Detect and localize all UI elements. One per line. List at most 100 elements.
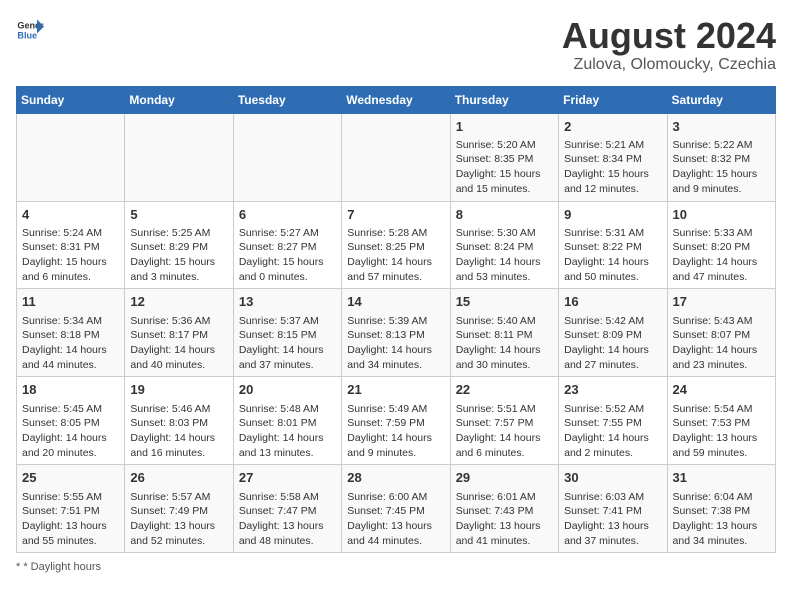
calendar-cell: 8 Sunrise: 5:30 AM Sunset: 8:24 PM Daylig… [450,201,558,289]
weekday-header: Tuesday [233,86,341,113]
day-info: Sunrise: 5:52 AM Sunset: 7:55 PM Dayligh… [564,402,661,461]
calendar-cell: 9Sunrise: 5:31 AM Sunset: 8:22 PM Daylig… [559,201,667,289]
calendar-cell: 31 Sunrise: 6:04 AM Sunset: 7:38 PM Dayli… [667,465,775,553]
day-number: 17 [673,293,770,311]
day-number: 3 [673,118,770,136]
calendar-cell: 22 Sunrise: 5:51 AM Sunset: 7:57 PM Dayli… [450,377,558,465]
day-info: Sunrise: 6:01 AM Sunset: 7:43 PM Dayligh… [456,490,553,549]
day-number: 6 [239,206,336,224]
day-number: 30 [564,469,661,487]
day-info: Sunrise: 5:28 AM Sunset: 8:25 PM Dayligh… [347,226,444,285]
calendar-week-row: 18 Sunrise: 5:45 AM Sunset: 8:05 PM Dayli… [17,377,776,465]
calendar-cell: 17 Sunrise: 5:43 AM Sunset: 8:07 PM Dayli… [667,289,775,377]
calendar-cell: 6 Sunrise: 5:27 AM Sunset: 8:27 PM Daylig… [233,201,341,289]
logo-icon: General Blue [16,16,44,44]
calendar-cell: 21Sunrise: 5:49 AM Sunset: 7:59 PM Dayli… [342,377,450,465]
weekday-header-row: SundayMondayTuesdayWednesdayThursdayFrid… [17,86,776,113]
day-info: Sunrise: 5:25 AM Sunset: 8:29 PM Dayligh… [130,226,227,285]
day-info: Sunrise: 5:55 AM Sunset: 7:51 PM Dayligh… [22,490,119,549]
day-info: Sunrise: 5:57 AM Sunset: 7:49 PM Dayligh… [130,490,227,549]
svg-text:Blue: Blue [17,30,37,40]
calendar-cell: 10 Sunrise: 5:33 AM Sunset: 8:20 PM Dayli… [667,201,775,289]
weekday-header: Monday [125,86,233,113]
calendar-cell: 28Sunrise: 6:00 AM Sunset: 7:45 PM Dayli… [342,465,450,553]
day-info: Sunrise: 5:22 AM Sunset: 8:32 PM Dayligh… [673,138,770,197]
day-number: 1 [456,118,553,136]
calendar-cell: 15Sunrise: 5:40 AM Sunset: 8:11 PM Dayli… [450,289,558,377]
day-info: Sunrise: 5:45 AM Sunset: 8:05 PM Dayligh… [22,402,119,461]
day-info: Sunrise: 6:00 AM Sunset: 7:45 PM Dayligh… [347,490,444,549]
day-number: 19 [130,381,227,399]
day-number: 20 [239,381,336,399]
day-info: Sunrise: 6:03 AM Sunset: 7:41 PM Dayligh… [564,490,661,549]
day-number: 26 [130,469,227,487]
day-info: Sunrise: 6:04 AM Sunset: 7:38 PM Dayligh… [673,490,770,549]
day-number: 21 [347,381,444,399]
calendar-cell: 1Sunrise: 5:20 AM Sunset: 8:35 PM Daylig… [450,113,558,201]
calendar-cell: 3 Sunrise: 5:22 AM Sunset: 8:32 PM Daylig… [667,113,775,201]
subtitle: Zulova, Olomoucky, Czechia [562,56,776,74]
day-info: Sunrise: 5:33 AM Sunset: 8:20 PM Dayligh… [673,226,770,285]
calendar-cell: 20 Sunrise: 5:48 AM Sunset: 8:01 PM Dayli… [233,377,341,465]
day-info: Sunrise: 5:30 AM Sunset: 8:24 PM Dayligh… [456,226,553,285]
weekday-header: Thursday [450,86,558,113]
day-info: Sunrise: 5:43 AM Sunset: 8:07 PM Dayligh… [673,314,770,373]
calendar-cell: 7 Sunrise: 5:28 AM Sunset: 8:25 PM Daylig… [342,201,450,289]
title-area: August 2024 Zulova, Olomoucky, Czechia [562,16,776,74]
day-info: Sunrise: 5:24 AM Sunset: 8:31 PM Dayligh… [22,226,119,285]
day-number: 23 [564,381,661,399]
day-info: Sunrise: 5:58 AM Sunset: 7:47 PM Dayligh… [239,490,336,549]
day-number: 27 [239,469,336,487]
day-number: 29 [456,469,553,487]
footer-note: * * Daylight hours [16,561,776,573]
day-number: 14 [347,293,444,311]
day-info: Sunrise: 5:40 AM Sunset: 8:11 PM Dayligh… [456,314,553,373]
calendar-cell: 30 Sunrise: 6:03 AM Sunset: 7:41 PM Dayli… [559,465,667,553]
day-info: Sunrise: 5:54 AM Sunset: 7:53 PM Dayligh… [673,402,770,461]
calendar-cell: 19 Sunrise: 5:46 AM Sunset: 8:03 PM Dayli… [125,377,233,465]
day-number: 10 [673,206,770,224]
calendar-cell: 27 Sunrise: 5:58 AM Sunset: 7:47 PM Dayli… [233,465,341,553]
header: General Blue August 2024 Zulova, Olomouc… [16,16,776,74]
day-number: 2 [564,118,661,136]
weekday-header: Sunday [17,86,125,113]
day-number: 8 [456,206,553,224]
day-number: 18 [22,381,119,399]
day-number: 31 [673,469,770,487]
day-number: 5 [130,206,227,224]
day-info: Sunrise: 5:34 AM Sunset: 8:18 PM Dayligh… [22,314,119,373]
day-info: Sunrise: 5:21 AM Sunset: 8:34 PM Dayligh… [564,138,661,197]
day-info: Sunrise: 5:36 AM Sunset: 8:17 PM Dayligh… [130,314,227,373]
day-number: 25 [22,469,119,487]
day-info: Sunrise: 5:51 AM Sunset: 7:57 PM Dayligh… [456,402,553,461]
calendar-cell: 26 Sunrise: 5:57 AM Sunset: 7:49 PM Dayli… [125,465,233,553]
day-number: 7 [347,206,444,224]
day-number: 12 [130,293,227,311]
calendar-cell: 12 Sunrise: 5:36 AM Sunset: 8:17 PM Dayli… [125,289,233,377]
day-info: Sunrise: 5:37 AM Sunset: 8:15 PM Dayligh… [239,314,336,373]
calendar-cell: 16 Sunrise: 5:42 AM Sunset: 8:09 PM Dayli… [559,289,667,377]
main-title: August 2024 [562,16,776,56]
day-number: 22 [456,381,553,399]
day-number: 16 [564,293,661,311]
calendar-cell [233,113,341,201]
calendar-cell: 25 Sunrise: 5:55 AM Sunset: 7:51 PM Dayli… [17,465,125,553]
day-info: Sunrise: 5:39 AM Sunset: 8:13 PM Dayligh… [347,314,444,373]
calendar-week-row: 25 Sunrise: 5:55 AM Sunset: 7:51 PM Dayli… [17,465,776,553]
calendar-week-row: 1Sunrise: 5:20 AM Sunset: 8:35 PM Daylig… [17,113,776,201]
day-info: Sunrise: 5:27 AM Sunset: 8:27 PM Dayligh… [239,226,336,285]
calendar-cell: 2 Sunrise: 5:21 AM Sunset: 8:34 PM Daylig… [559,113,667,201]
calendar-cell: 23 Sunrise: 5:52 AM Sunset: 7:55 PM Dayli… [559,377,667,465]
calendar-cell: 24Sunrise: 5:54 AM Sunset: 7:53 PM Dayli… [667,377,775,465]
day-info: Sunrise: 5:48 AM Sunset: 8:01 PM Dayligh… [239,402,336,461]
calendar-cell: 11Sunrise: 5:34 AM Sunset: 8:18 PM Dayli… [17,289,125,377]
calendar-cell: 4Sunrise: 5:24 AM Sunset: 8:31 PM Daylig… [17,201,125,289]
day-info: Sunrise: 5:46 AM Sunset: 8:03 PM Dayligh… [130,402,227,461]
calendar-cell [17,113,125,201]
weekday-header: Wednesday [342,86,450,113]
logo: General Blue [16,16,44,44]
calendar-cell: 14 Sunrise: 5:39 AM Sunset: 8:13 PM Dayli… [342,289,450,377]
calendar-cell: 5 Sunrise: 5:25 AM Sunset: 8:29 PM Daylig… [125,201,233,289]
day-info: Sunrise: 5:42 AM Sunset: 8:09 PM Dayligh… [564,314,661,373]
calendar-week-row: 4Sunrise: 5:24 AM Sunset: 8:31 PM Daylig… [17,201,776,289]
